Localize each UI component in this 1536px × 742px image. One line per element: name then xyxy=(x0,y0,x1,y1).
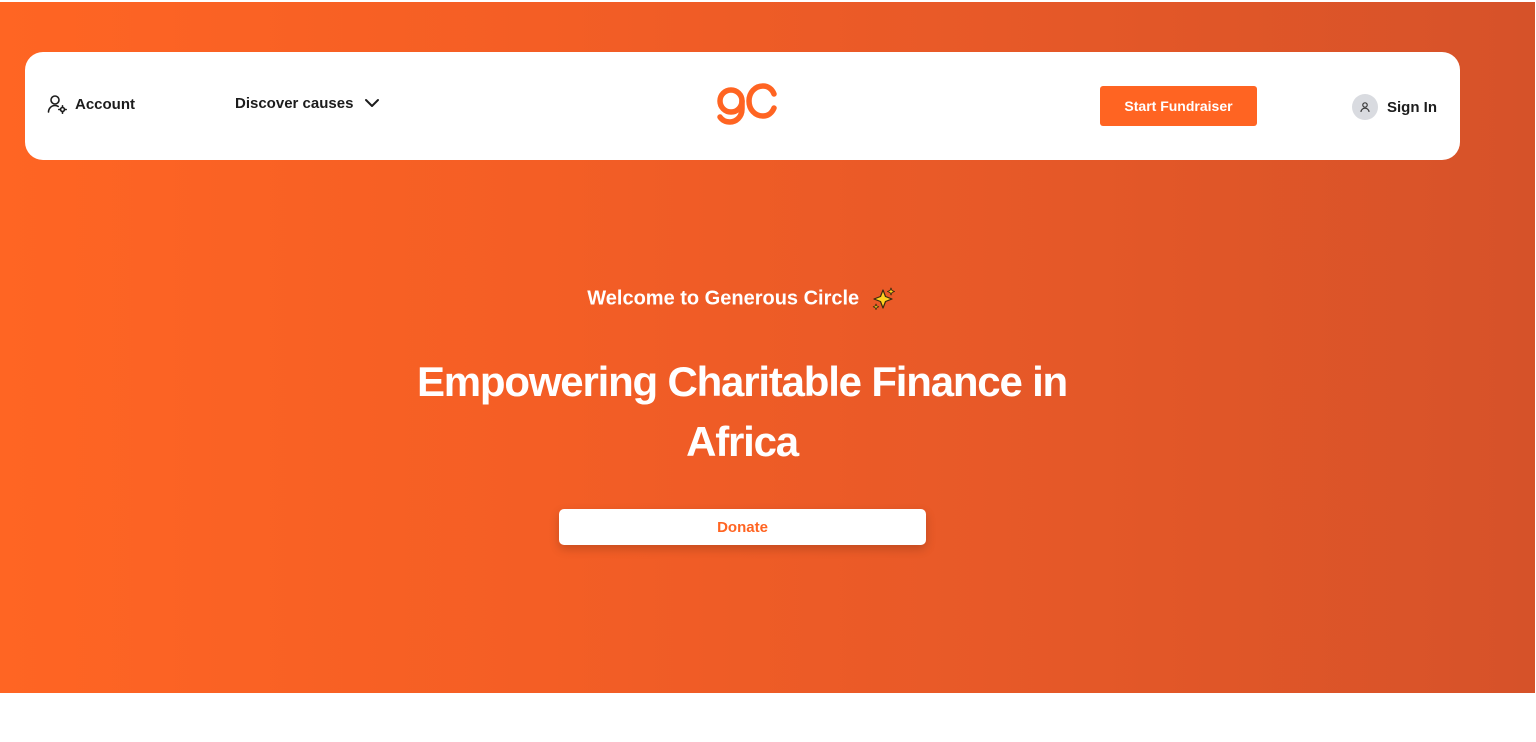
discover-causes-dropdown[interactable]: Discover causes xyxy=(235,94,381,112)
discover-causes-label: Discover causes xyxy=(235,94,354,112)
user-gear-icon xyxy=(47,95,67,114)
sign-in-label: Sign In xyxy=(1387,98,1437,116)
sign-in-link[interactable]: Sign In xyxy=(1352,94,1437,120)
gc-logo[interactable] xyxy=(715,82,777,130)
sparkles-icon xyxy=(872,287,895,310)
user-avatar-icon xyxy=(1352,94,1378,120)
donate-button[interactable]: Donate xyxy=(559,509,926,545)
top-navbar: Account Discover causes Start Fundraiser… xyxy=(25,52,1460,160)
chevron-down-icon xyxy=(365,99,380,107)
welcome-label: Welcome to Generous Circle xyxy=(587,287,860,310)
hero-headline: Empowering Charitable Finance in Africa xyxy=(416,358,1068,465)
start-fundraiser-button[interactable]: Start Fundraiser xyxy=(1100,86,1257,126)
account-link[interactable]: Account xyxy=(47,94,135,114)
account-label: Account xyxy=(75,95,135,113)
welcome-text: Welcome to Generous Circle xyxy=(0,286,1484,312)
hero-section: Account Discover causes Start Fundraiser… xyxy=(0,2,1535,693)
